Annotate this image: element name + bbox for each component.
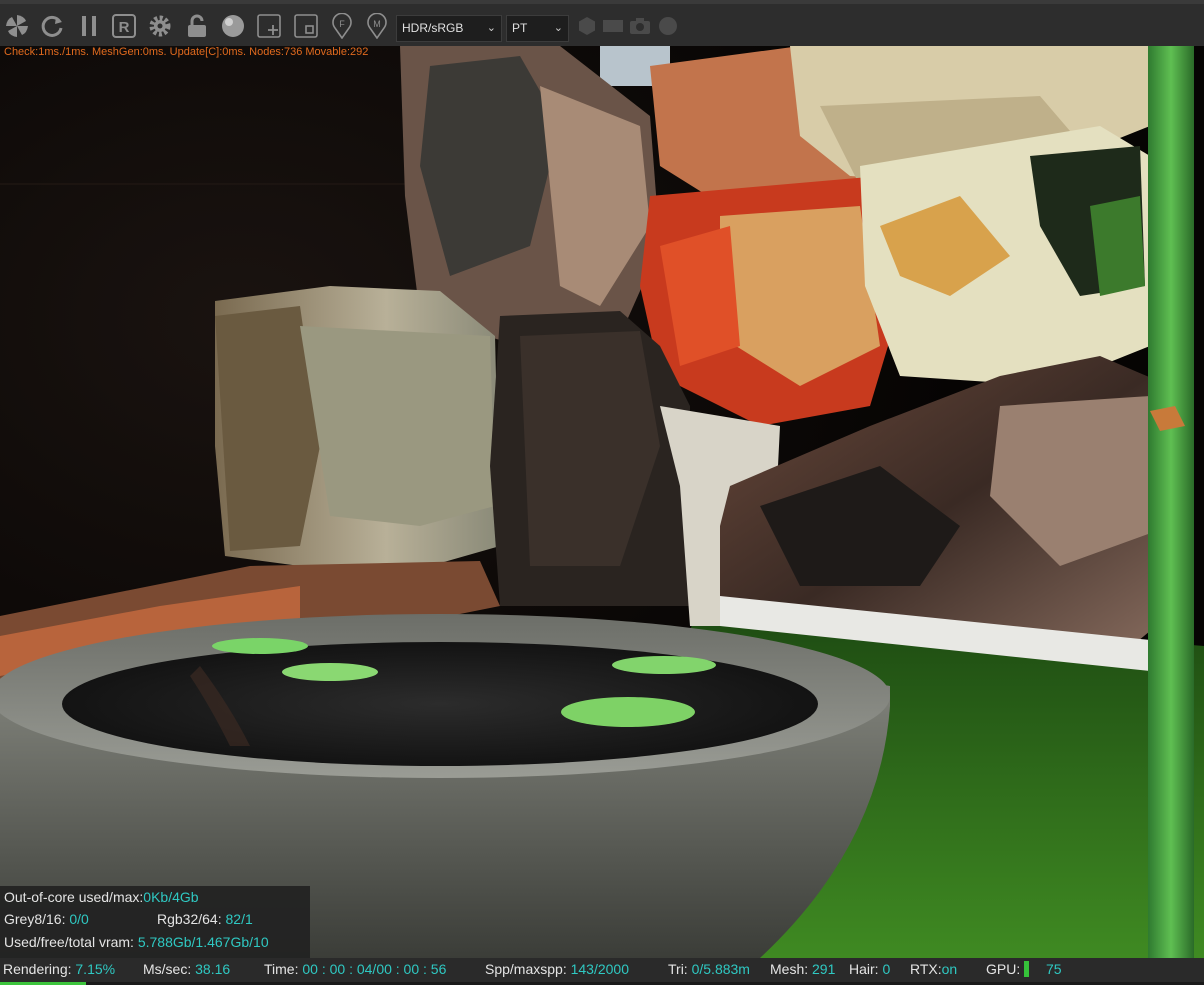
rendering-status: Rendering: 7.15% [3,959,115,979]
chevron-down-icon: ⌄ [486,22,496,34]
m-pin-icon[interactable]: M [363,12,391,40]
vram-label: Used/free/total vram: [4,934,134,950]
time-status: Time: 00 : 00 : 04/00 : 00 : 56 [264,959,446,979]
camera-icon[interactable] [626,12,654,40]
rgb-row: Rgb32/64: 82/1 [157,908,253,930]
ms-sec-value: 38.16 [195,961,231,977]
grey-label: Grey8/16: [4,911,66,927]
vram-value: 5.788Gb/1.467Gb/10 [137,934,269,950]
pause-icon[interactable] [75,12,103,40]
region-icon[interactable] [292,12,320,40]
time-value: 00 : 00 : 04/00 : 00 : 56 [302,961,447,977]
hair-label: Hair: [849,961,879,977]
hexagon-icon[interactable] [573,12,601,40]
hair-status: Hair: 0 [849,959,890,979]
perf-stats-line: Check:1ms./1ms. MeshGen:0ms. Update[C]:0… [4,46,369,58]
tri-status: Tri: 0/5.883m [668,959,750,979]
time-label: Time: [264,961,299,977]
memory-info-panel: Out-of-core used/max:0Kb/4Gb Grey8/16: 0… [0,886,310,958]
mesh-label: Mesh: [770,961,809,977]
gpu-usage-bar [1024,961,1029,977]
rectangle-icon[interactable] [599,12,627,40]
rtx-status: RTX:on [910,959,957,979]
lock-icon[interactable] [183,12,211,40]
color-mode-dropdown[interactable]: HDR/sRGB ⌄ [396,15,502,42]
out-of-core-value: 0Kb/4Gb [143,889,199,905]
spp-value: 143/2000 [570,961,630,977]
spp-status: Spp/maxspp: 143/2000 [485,959,629,979]
grey-value: 0/0 [69,911,89,927]
sphere-icon[interactable] [219,12,247,40]
status-bar: Rendering: 7.15% Ms/sec: 38.16 Time: 00 … [0,958,1204,985]
ms-sec-status: Ms/sec: 38.16 [143,959,230,979]
add-region-icon[interactable] [255,12,283,40]
render-viewport[interactable]: Check:1ms./1ms. MeshGen:0ms. Update[C]:0… [0,46,1204,958]
render-toolbar: R F M HDR/sRGB ⌄ PT ⌄ [0,0,1204,46]
rendering-value: 7.15% [75,961,116,977]
mesh-value: 291 [812,961,836,977]
out-of-core-row: Out-of-core used/max:0Kb/4Gb [4,886,199,908]
grey-row: Grey8/16: 0/0 [4,908,89,930]
render-image [0,46,1204,958]
ms-sec-label: Ms/sec: [143,961,192,977]
gpu-label: GPU: [986,961,1021,977]
f-pin-icon[interactable]: F [328,12,356,40]
gpu-value: 75 [1046,961,1062,977]
svg-text:M: M [373,19,381,29]
refresh-icon[interactable] [38,12,66,40]
chevron-down-icon: ⌄ [553,22,563,34]
gear-icon[interactable] [146,12,174,40]
rgb-label: Rgb32/64: [157,911,222,927]
spiral-icon[interactable] [3,12,31,40]
svg-text:R: R [119,19,130,36]
mesh-status: Mesh: 291 [770,959,835,979]
rtx-value: on [941,961,958,977]
circle-icon[interactable] [654,12,682,40]
r-icon[interactable]: R [110,12,138,40]
svg-text:F: F [339,19,345,29]
kernel-value: PT [512,21,528,35]
rgb-value: 82/1 [225,911,253,927]
rtx-label: RTX: [910,961,942,977]
vram-row: Used/free/total vram: 5.788Gb/1.467Gb/10 [4,931,269,953]
tri-label: Tri: [668,961,688,977]
spp-label: Spp/maxspp: [485,961,567,977]
hair-value: 0 [882,961,891,977]
color-mode-value: HDR/sRGB [402,21,464,35]
kernel-dropdown[interactable]: PT ⌄ [506,15,569,42]
out-of-core-label: Out-of-core used/max: [4,889,144,905]
tri-value: 0/5.883m [691,961,750,977]
rendering-label: Rendering: [3,961,72,977]
